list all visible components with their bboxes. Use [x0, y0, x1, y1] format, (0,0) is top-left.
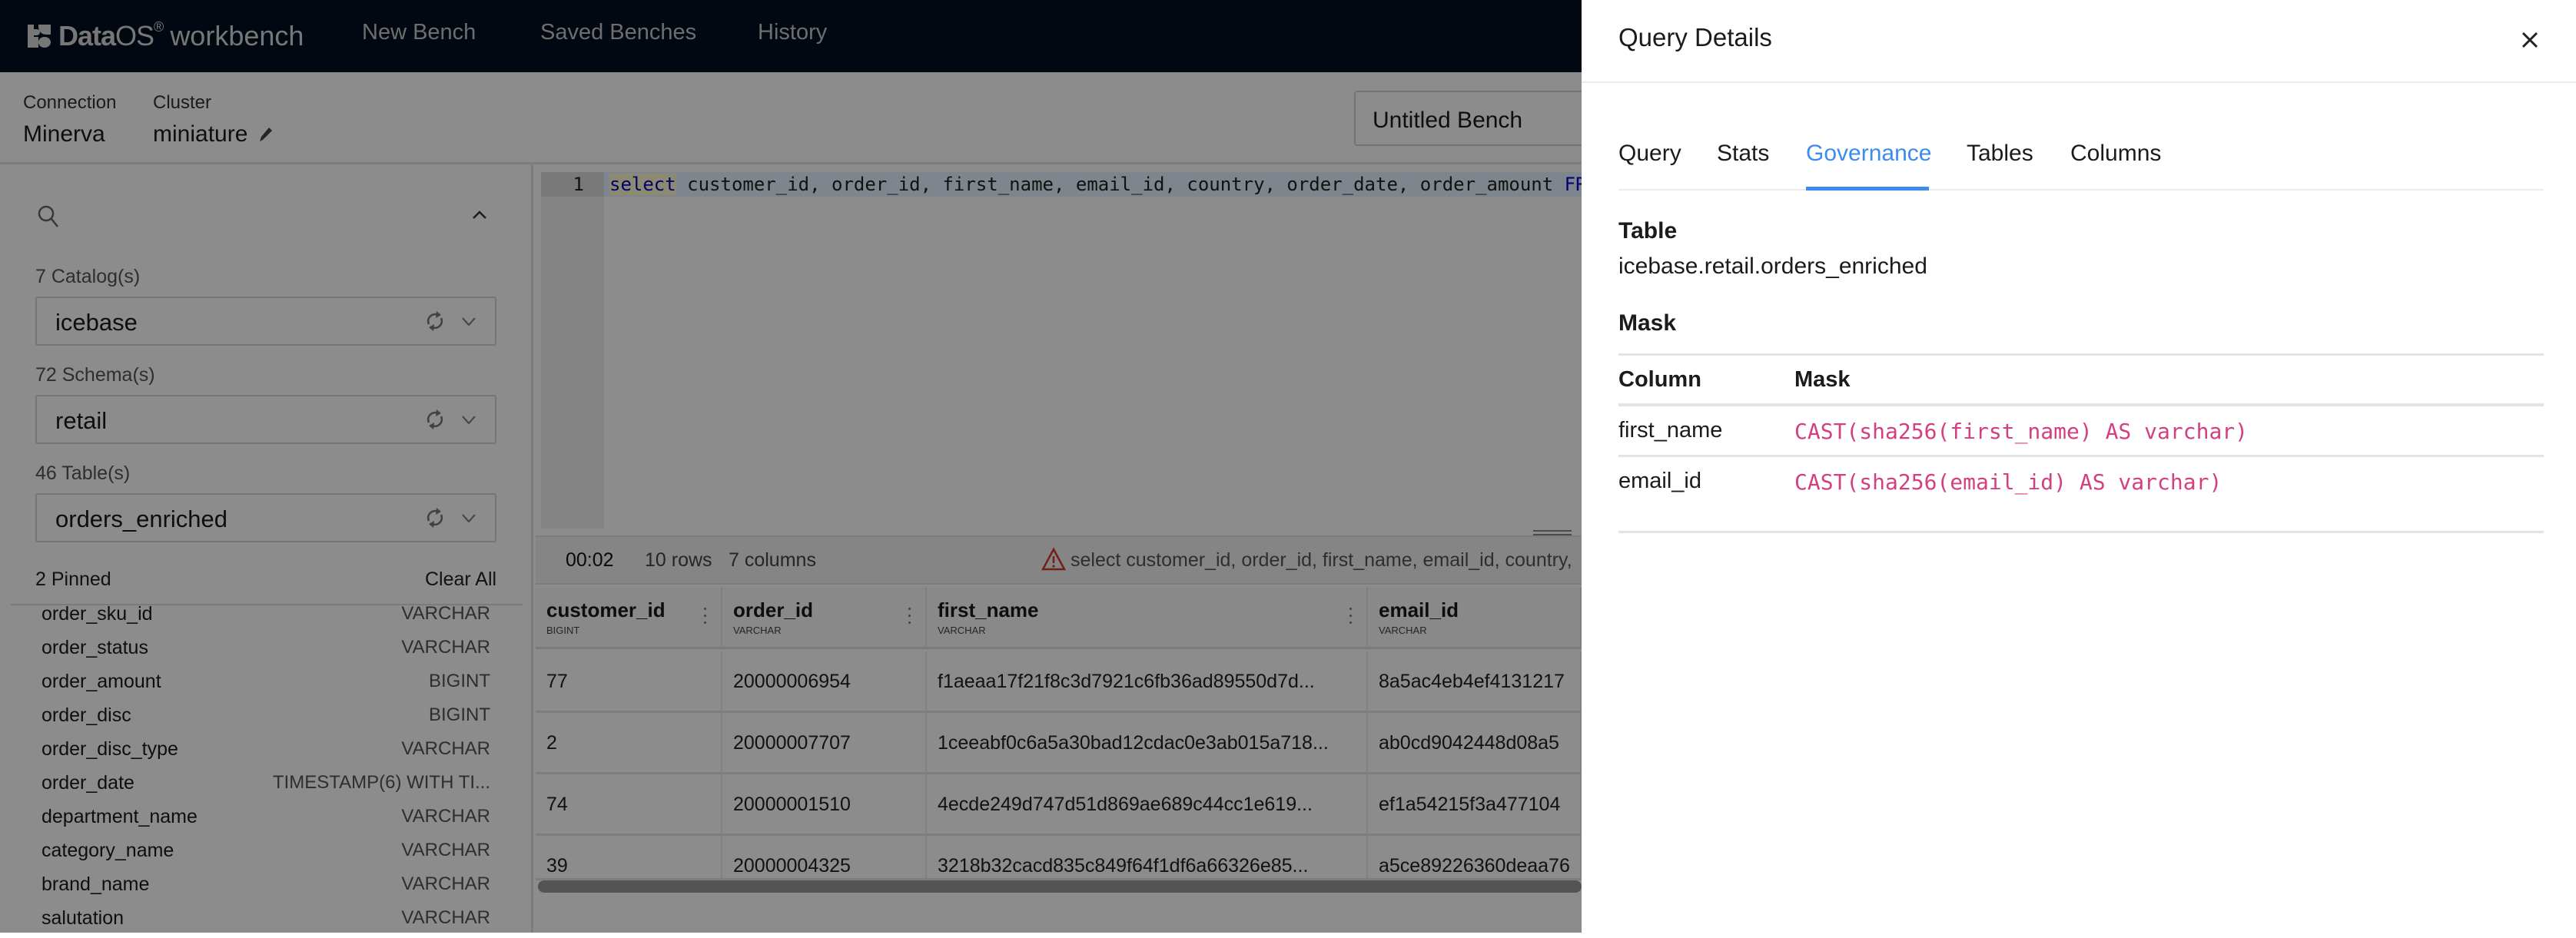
mask-row-column: email_id	[1618, 469, 1701, 493]
active-tab-indicator	[1806, 187, 1929, 191]
mask-row-column: first_name	[1618, 418, 1723, 442]
tab-governance[interactable]: Governance	[1806, 141, 1931, 167]
tab-query[interactable]: Query	[1618, 141, 1681, 167]
modal-backdrop[interactable]	[0, 0, 1582, 933]
tabs-divider	[1618, 189, 2544, 191]
mask-row-divider	[1618, 455, 2544, 457]
mask-expression-header: Mask	[1794, 367, 1851, 392]
mask-row-expression: CAST(sha256(first_name) AS varchar)	[1794, 419, 2249, 444]
tab-columns[interactable]: Columns	[2070, 141, 2161, 167]
mask-column-header: Column	[1618, 367, 1701, 392]
tab-tables[interactable]: Tables	[1967, 141, 2033, 167]
table-heading: Table	[1618, 218, 1678, 244]
mask-table-bottom-divider	[1618, 531, 2544, 533]
table-full-name: icebase.retail.orders_enriched	[1618, 254, 1927, 279]
tab-stats[interactable]: Stats	[1717, 141, 1769, 167]
close-icon[interactable]	[2516, 26, 2544, 54]
mask-heading: Mask	[1618, 310, 1677, 336]
mask-table-top-divider	[1618, 353, 2544, 356]
drawer-title: Query Details	[1618, 23, 1772, 51]
mask-row-expression: CAST(sha256(email_id) AS varchar)	[1794, 469, 2222, 495]
drawer-header-divider	[1582, 81, 2576, 83]
mask-header-divider	[1618, 403, 2544, 406]
